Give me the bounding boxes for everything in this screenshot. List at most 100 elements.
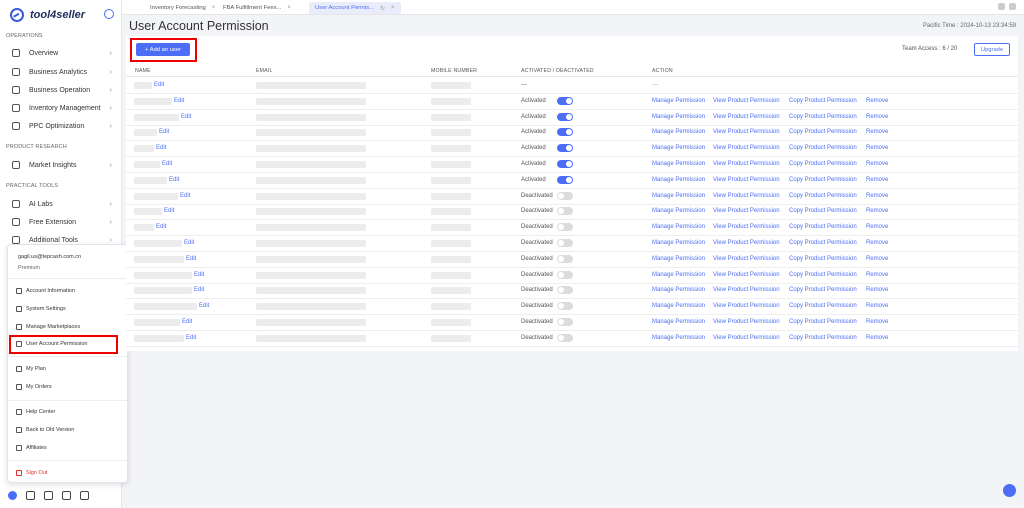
activation-toggle[interactable] [557, 96, 573, 105]
edit-link[interactable]: Edit [199, 303, 209, 309]
remove-link[interactable]: Remove [866, 319, 888, 325]
remove-link[interactable]: Remove [866, 224, 888, 230]
manage-permission-link[interactable]: Manage Permission [652, 319, 705, 325]
activation-toggle[interactable] [557, 254, 573, 263]
edit-link[interactable]: Edit [159, 129, 169, 135]
view-product-permission-link[interactable]: View Product Permission [713, 335, 780, 341]
manage-permission-link[interactable]: Manage Permission [652, 129, 705, 135]
edit-link[interactable]: Edit [186, 335, 196, 341]
sidebar-item-business-operation[interactable]: Business Operation › [12, 83, 112, 97]
tab-fba-fulfillment-fees[interactable]: FBA Fulfillment Fees... × [217, 2, 297, 14]
view-product-permission-link[interactable]: View Product Permission [713, 145, 780, 151]
copy-product-permission-link[interactable]: Copy Product Permission [789, 272, 857, 278]
activation-toggle[interactable] [557, 318, 573, 326]
view-product-permission-link[interactable]: View Product Permission [713, 303, 780, 309]
view-product-permission-link[interactable]: View Product Permission [713, 272, 780, 278]
manage-permission-link[interactable]: Manage Permission [652, 287, 705, 293]
manage-permission-link[interactable]: Manage Permission [652, 208, 705, 214]
edit-link[interactable]: Edit [154, 82, 164, 88]
remove-link[interactable]: Remove [866, 98, 888, 104]
activation-toggle[interactable] [557, 239, 573, 247]
activation-toggle[interactable] [557, 207, 573, 216]
copy-product-permission-link[interactable]: Copy Product Permission [789, 145, 857, 151]
activation-toggle[interactable] [557, 112, 573, 121]
copy-product-permission-link[interactable]: Copy Product Permission [789, 177, 857, 183]
view-product-permission-link[interactable]: View Product Permission [713, 98, 780, 104]
remove-link[interactable]: Remove [866, 256, 888, 262]
copy-product-permission-link[interactable]: Copy Product Permission [789, 303, 857, 309]
manage-permission-link[interactable]: Manage Permission [652, 256, 705, 262]
menu-item-back-to-old-version[interactable]: Back to Old Version [16, 425, 74, 435]
copy-product-permission-link[interactable]: Copy Product Permission [789, 240, 857, 246]
activation-toggle[interactable] [557, 144, 573, 153]
activation-toggle[interactable] [557, 191, 573, 200]
view-product-permission-link[interactable]: View Product Permission [713, 224, 780, 230]
edit-link[interactable]: Edit [180, 193, 190, 199]
menu-item-system-settings[interactable]: System Settings [16, 304, 66, 314]
edit-link[interactable]: Edit [162, 161, 172, 167]
remove-link[interactable]: Remove [866, 177, 888, 183]
copy-product-permission-link[interactable]: Copy Product Permission [789, 319, 857, 325]
copy-product-permission-link[interactable]: Copy Product Permission [789, 161, 857, 167]
remove-link[interactable]: Remove [866, 161, 888, 167]
sidebar-item-inventory-management[interactable]: Inventory Management › [12, 101, 112, 115]
edit-link[interactable]: Edit [194, 272, 204, 278]
remove-link[interactable]: Remove [866, 287, 888, 293]
manage-permission-link[interactable]: Manage Permission [652, 193, 705, 199]
edit-link[interactable]: Edit [184, 240, 194, 246]
activation-toggle[interactable] [557, 160, 573, 168]
refresh-icon[interactable]: ↻ [380, 5, 385, 12]
manage-permission-link[interactable]: Manage Permission [652, 240, 705, 246]
edit-link[interactable]: Edit [186, 256, 196, 262]
manage-permission-link[interactable]: Manage Permission [652, 145, 705, 151]
sidebar-item-market-insights[interactable]: Market Insights › [12, 158, 112, 172]
settings-icon[interactable] [1009, 3, 1016, 10]
remove-link[interactable]: Remove [866, 145, 888, 151]
manage-permission-link[interactable]: Manage Permission [652, 161, 705, 167]
copy-product-permission-link[interactable]: Copy Product Permission [789, 224, 857, 230]
settings-icon[interactable] [104, 9, 114, 19]
view-product-permission-link[interactable]: View Product Permission [713, 256, 780, 262]
close-icon[interactable]: × [287, 5, 291, 11]
copy-product-permission-link[interactable]: Copy Product Permission [789, 287, 857, 293]
manage-permission-link[interactable]: Manage Permission [652, 224, 705, 230]
remove-link[interactable]: Remove [866, 335, 888, 341]
remove-link[interactable]: Remove [866, 240, 888, 246]
copy-product-permission-link[interactable]: Copy Product Permission [789, 114, 857, 120]
remove-link[interactable]: Remove [866, 114, 888, 120]
remove-link[interactable]: Remove [866, 303, 888, 309]
edit-link[interactable]: Edit [194, 287, 204, 293]
menu-item-help-center[interactable]: Help Center [16, 407, 55, 417]
manage-permission-link[interactable]: Manage Permission [652, 177, 705, 183]
menu-item-affiliates[interactable]: Affiliates [16, 443, 47, 453]
avatar-icon[interactable] [8, 490, 17, 500]
edit-link[interactable]: Edit [156, 224, 166, 230]
edit-link[interactable]: Edit [156, 145, 166, 151]
remove-link[interactable]: Remove [866, 272, 888, 278]
manage-permission-link[interactable]: Manage Permission [652, 303, 705, 309]
menu-item-my-plan[interactable]: My Plan [16, 364, 46, 374]
remove-link[interactable]: Remove [866, 193, 888, 199]
activation-toggle[interactable] [557, 128, 573, 137]
menu-item-account-information[interactable]: Account Information [16, 286, 75, 296]
mail-icon[interactable] [26, 490, 35, 500]
manage-permission-link[interactable]: Manage Permission [652, 335, 705, 341]
chat-icon[interactable] [62, 490, 71, 500]
view-product-permission-link[interactable]: View Product Permission [713, 161, 780, 167]
remove-link[interactable]: Remove [866, 129, 888, 135]
close-icon[interactable]: × [391, 5, 395, 11]
grid-icon[interactable] [998, 3, 1005, 10]
remove-link[interactable]: Remove [866, 208, 888, 214]
view-product-permission-link[interactable]: View Product Permission [713, 319, 780, 325]
view-product-permission-link[interactable]: View Product Permission [713, 114, 780, 120]
view-product-permission-link[interactable]: View Product Permission [713, 177, 780, 183]
copy-product-permission-link[interactable]: Copy Product Permission [789, 256, 857, 262]
edit-link[interactable]: Edit [169, 177, 179, 183]
upgrade-button[interactable]: Upgrade [974, 43, 1010, 56]
download-icon[interactable] [44, 490, 53, 500]
menu-item-sign-out[interactable]: Sign Out [16, 468, 47, 478]
manage-permission-link[interactable]: Manage Permission [652, 98, 705, 104]
sidebar-item-ppc-optimization[interactable]: PPC Optimization › [12, 119, 112, 133]
manage-permission-link[interactable]: Manage Permission [652, 272, 705, 278]
view-product-permission-link[interactable]: View Product Permission [713, 193, 780, 199]
